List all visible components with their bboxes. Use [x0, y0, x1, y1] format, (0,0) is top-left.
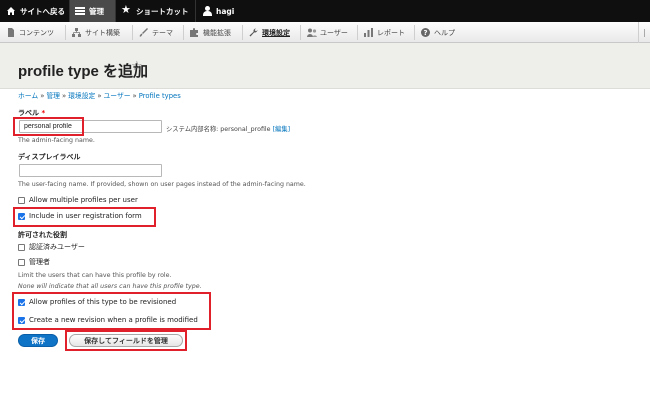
highlight-label-input: [13, 117, 84, 136]
breadcrumb-profile-types[interactable]: Profile types: [139, 92, 181, 100]
shortcut-star-icon[interactable]: ☆: [131, 59, 143, 74]
roles-description-note: None will indicate that all users can ha…: [18, 283, 202, 290]
menu-item-help[interactable]: ? ヘルプ: [416, 22, 455, 43]
display-label-title: ディスプレイラベル: [18, 153, 81, 161]
machine-name-edit-link[interactable]: [編集]: [273, 126, 291, 133]
display-label-input[interactable]: [19, 164, 162, 177]
allow-multiple-label: Allow multiple profiles per user: [29, 196, 138, 204]
role-admin-row[interactable]: 管理者: [18, 257, 50, 267]
home-icon: [6, 6, 16, 16]
menu-item-reports[interactable]: レポート: [359, 22, 405, 43]
puzzle-icon: [190, 28, 199, 37]
back-to-site-label: サイトへ戻る: [20, 6, 65, 16]
role-authenticated-label: 認証済みユーザー: [29, 243, 85, 251]
roles-title: 許可された役割: [18, 231, 67, 239]
shortcuts-label: ショートカット: [136, 6, 189, 16]
breadcrumb-admin[interactable]: 管理: [46, 92, 60, 100]
allow-multiple-checkbox[interactable]: [18, 196, 25, 204]
menu-item-people[interactable]: ユーザー: [302, 22, 348, 43]
machine-name: システム内部名称: personal_profile [編集]: [166, 126, 291, 133]
menu-item-theme[interactable]: テーマ: [134, 22, 173, 43]
role-authenticated-checkbox[interactable]: [18, 243, 25, 251]
admin-toolbar: サイトへ戻る 管理 ショートカット hagi: [0, 0, 650, 22]
breadcrumb-config[interactable]: 環境設定: [68, 92, 95, 100]
menu-item-extend[interactable]: 機能拡張: [185, 22, 231, 43]
user-name: hagi: [216, 6, 235, 16]
svg-text:?: ?: [423, 29, 427, 37]
breadcrumb-home[interactable]: ホーム: [18, 92, 38, 100]
back-to-site-link[interactable]: サイトへ戻る: [0, 0, 70, 22]
role-admin-checkbox[interactable]: [18, 258, 25, 266]
star-icon: [121, 3, 132, 16]
admin-menu-bar: コンテンツ サイト構築 テーマ 機能拡張 環境設定 ユーザー レポート ? ヘル…: [0, 22, 650, 43]
save-button[interactable]: 保存: [18, 334, 58, 347]
brush-icon: [139, 28, 148, 37]
wrench-icon: [249, 28, 258, 37]
shortcuts-tab[interactable]: ショートカット: [116, 0, 196, 22]
display-label-description: The user-facing name. If provided, shown…: [18, 181, 306, 188]
toggle-orientation-icon[interactable]: |: [638, 22, 650, 43]
menu-item-content[interactable]: コンテンツ: [1, 22, 54, 43]
role-admin-label: 管理者: [29, 258, 50, 266]
user-icon: [202, 6, 212, 16]
document-icon: [6, 28, 15, 37]
people-icon: [307, 28, 317, 37]
menu-icon: [75, 6, 85, 16]
required-marker: *: [41, 109, 46, 117]
manage-label: 管理: [89, 6, 104, 16]
help-icon: ?: [421, 28, 430, 37]
breadcrumb-people[interactable]: ユーザー: [103, 92, 130, 100]
user-tab[interactable]: hagi: [196, 0, 256, 22]
highlight-save-manage: [65, 330, 187, 351]
breadcrumb: ホーム» 管理» 環境設定» ユーザー» Profile types: [18, 92, 181, 100]
highlight-revision: [12, 292, 211, 330]
page-title: profile type を追加: [18, 63, 149, 80]
allow-multiple-row[interactable]: Allow multiple profiles per user: [18, 196, 138, 204]
menu-item-structure[interactable]: サイト構築: [67, 22, 120, 43]
roles-description: Limit the users that can have this profi…: [18, 272, 172, 279]
role-authenticated-row[interactable]: 認証済みユーザー: [18, 242, 85, 252]
menu-item-config[interactable]: 環境設定: [244, 22, 290, 43]
label-description: The admin-facing name.: [18, 137, 95, 144]
manage-tab[interactable]: 管理: [70, 0, 116, 22]
chart-icon: [364, 28, 373, 37]
highlight-registration: [13, 207, 156, 227]
structure-icon: [72, 28, 81, 37]
